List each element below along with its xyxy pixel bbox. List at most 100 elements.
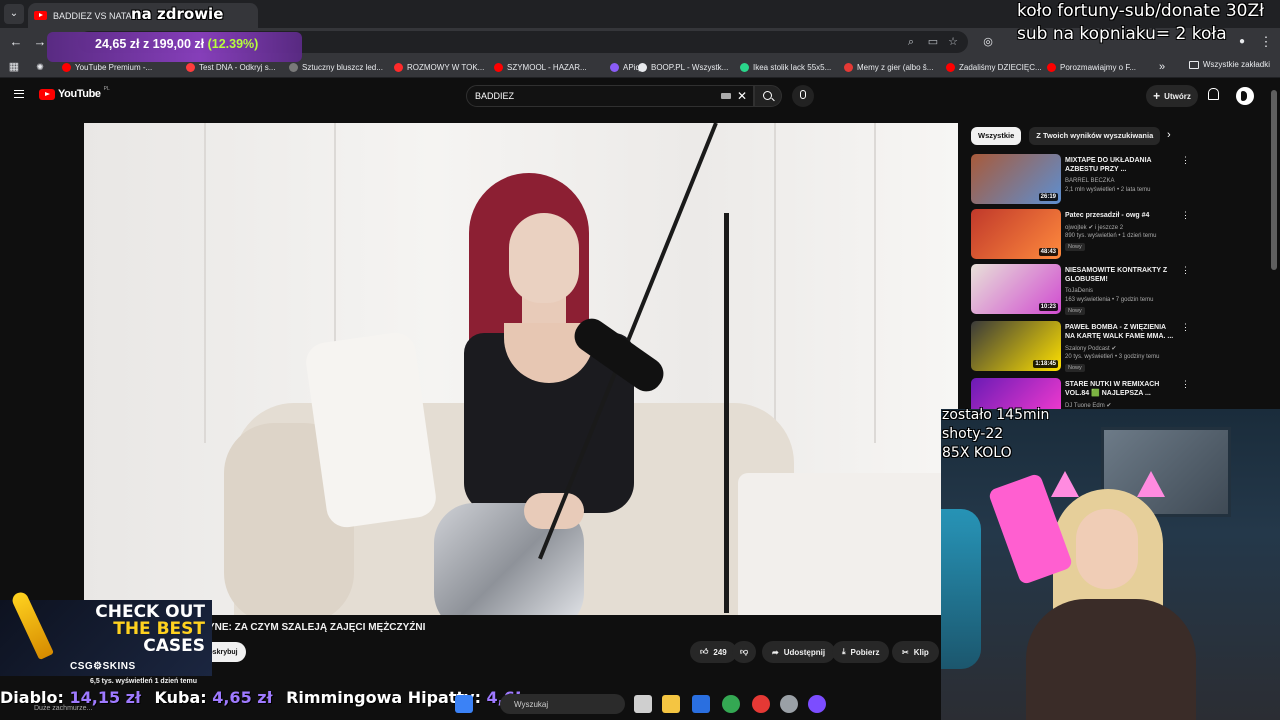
more-actions-icon[interactable]: ⋮: [1181, 156, 1190, 165]
recommended-video[interactable]: 26:19 MIXTAPE DO UKŁADANIA AZBESTU PRZY .…: [971, 154, 1191, 206]
video-title[interactable]: MIXTAPE DO UKŁADANIA AZBESTU PRZY ...: [1065, 156, 1175, 174]
channel-name[interactable]: Szalony Podcast ✔: [1065, 345, 1116, 352]
bookmark-favicon-icon: [844, 62, 853, 72]
share-button[interactable]: ➦ Udostępnij: [762, 641, 836, 663]
channel-name[interactable]: ToJaDenis: [1065, 288, 1093, 294]
video-title[interactable]: Patec przesadził - owg #4: [1065, 211, 1175, 220]
view-count-and-date: 6,5 tys. wyświetleń 1 dzień temu: [90, 678, 197, 685]
bookmark-item[interactable]: Zadaliśmy DZIECIĘC...: [946, 60, 1042, 74]
start-windows-icon[interactable]: [455, 695, 473, 713]
thumbs-up-icon: 👍︎: [700, 647, 709, 656]
bookmarks-overflow-icon[interactable]: »: [1152, 57, 1172, 77]
bookmark-item[interactable]: Ikea stolik lack 55x5...: [740, 60, 831, 74]
profile-icon[interactable]: ●: [1232, 32, 1252, 52]
youtube-logo-text: YouTube: [58, 88, 101, 100]
taskbar-search[interactable]: Wyszukaj: [500, 694, 625, 714]
bookmark-item[interactable]: APiq: [610, 60, 640, 74]
apps-grid-icon[interactable]: ▦: [4, 57, 24, 77]
ticker-name: Kuba:: [154, 688, 207, 707]
video-thumbnail[interactable]: 1:18:45: [971, 321, 1061, 371]
channel-name[interactable]: ojwojtek ✔ i jeszcze 2: [1065, 224, 1123, 231]
file-explorer-icon[interactable]: [662, 695, 680, 713]
donation-progress: 24,65 zł z 199,00 zł: [95, 37, 205, 51]
back-arrow-icon[interactable]: ←: [6, 32, 26, 52]
wheel-multiplier-overlay: 85X KOLO: [942, 445, 1012, 461]
more-actions-icon[interactable]: ⋮: [1181, 266, 1190, 275]
video-title[interactable]: NIESAMOWITE KONTRAKTY Z GLOBUSEM!: [1065, 266, 1175, 284]
more-actions-icon[interactable]: ⋮: [1181, 380, 1190, 389]
video-thumbnail[interactable]: 26:19: [971, 154, 1061, 204]
voice-search-button[interactable]: [792, 85, 814, 107]
clear-search-icon[interactable]: ✕: [737, 89, 747, 103]
chatgpt-bookmark-icon[interactable]: ✺: [30, 57, 50, 77]
account-avatar[interactable]: [1236, 87, 1254, 105]
obs-icon[interactable]: [808, 695, 826, 713]
channel-name[interactable]: DJ Tuone Edm ✔: [1065, 402, 1111, 409]
page-scrollbar[interactable]: [1271, 90, 1277, 270]
video-meta: 163 wyświetlenia • 7 godzin temu: [1065, 297, 1154, 303]
ticker-item: Rimmingowa Hipatty: 4,65 zł: [286, 688, 520, 707]
like-button[interactable]: 👍︎ 249: [690, 641, 737, 663]
search-input[interactable]: BADDIEZ ✕: [466, 85, 754, 107]
folder-icon: [1188, 60, 1199, 69]
video-thumbnail[interactable]: 48:43: [971, 209, 1061, 259]
stream-title-overlay: na zdrowie: [131, 5, 224, 23]
video-title[interactable]: STARE NUTKI W REMIXACH VOL.84 🟩 NAJLEPSZ…: [1065, 380, 1175, 398]
channel-name[interactable]: BARREL BECZKA: [1065, 178, 1114, 184]
notifications-bell-icon[interactable]: [1208, 88, 1219, 100]
chrome-icon[interactable]: [722, 695, 740, 713]
chevron-right-icon[interactable]: ›: [1167, 129, 1171, 141]
bookmark-favicon-icon: [394, 62, 403, 72]
download-button[interactable]: ⤓ Pobierz: [832, 641, 890, 663]
wall-panel: [774, 123, 776, 443]
video-duration: 26:19: [1038, 193, 1058, 201]
chip-from-search[interactable]: Z Twoich wyników wyszukiwania: [1029, 127, 1161, 145]
task-view-icon[interactable]: [634, 695, 652, 713]
shots-counter-overlay: shoty-22: [942, 426, 1004, 442]
video-player[interactable]: [84, 123, 958, 615]
recommended-video[interactable]: 1:18:45 PAWEŁ BOMBA - Z WIĘZIENIA NA KART…: [971, 321, 1191, 373]
more-actions-icon[interactable]: ⋮: [1181, 211, 1190, 220]
ticker-item: Diablo: 14,15 zł: [0, 688, 141, 707]
ticker-amount: 4,65 zł: [212, 688, 273, 707]
tab-search-chevron-icon[interactable]: ⌄: [4, 4, 24, 24]
new-badge: Nowy: [1065, 364, 1085, 372]
bookmark-item[interactable]: ROZMOWY W TOK...: [394, 60, 484, 74]
bookmark-item[interactable]: Sztuczny bluszcz led...: [289, 60, 383, 74]
bookmark-label: Memy z gier (albo š...: [857, 62, 934, 72]
more-actions-icon[interactable]: ⋮: [1181, 323, 1190, 332]
bookmark-item[interactable]: YouTube Premium -...: [62, 60, 152, 74]
keyboard-icon[interactable]: [721, 93, 731, 99]
bookmark-item[interactable]: BOOP.PL - Wszystk...: [638, 60, 728, 74]
video-title[interactable]: PAWEŁ BOMBA - Z WIĘZIENIA NA KARTĘ WALK …: [1065, 323, 1175, 341]
create-label: Utwórz: [1164, 91, 1191, 101]
bookmark-item[interactable]: SZYMOOL - HAZAR...: [494, 60, 587, 74]
clip-button[interactable]: ✂ Klip: [892, 641, 939, 663]
scissors-icon: ✂: [902, 647, 909, 657]
all-bookmarks-folder[interactable]: Wszystkie zakładki: [1188, 60, 1270, 69]
chip-all[interactable]: Wszystkie: [971, 127, 1022, 145]
store-icon[interactable]: [692, 695, 710, 713]
bookmark-item[interactable]: Test DNA - Odkryj s...: [186, 60, 275, 74]
search-button[interactable]: [754, 85, 782, 107]
create-button[interactable]: + Utwórz: [1146, 85, 1198, 107]
browser-menu-icon[interactable]: ⋮: [1256, 32, 1276, 52]
app-icon[interactable]: [752, 695, 770, 713]
related-filter-chips: Wszystkie Z Twoich wyników wyszukiwania: [971, 127, 1161, 145]
video-thumbnail[interactable]: 10:23: [971, 264, 1061, 314]
recommended-video[interactable]: 48:43 Patec przesadził - owg #4 ojwojtek ✔…: [971, 209, 1191, 261]
extension-icon[interactable]: ◎: [978, 32, 998, 52]
install-app-icon[interactable]: ▭: [924, 33, 942, 51]
zoom-icon[interactable]: ⌕: [902, 33, 920, 51]
bookmark-item[interactable]: Memy z gier (albo š...: [844, 60, 933, 74]
bookmark-item[interactable]: Porozmawiajmy o F...: [1047, 60, 1136, 74]
youtube-logo[interactable]: YouTube PL: [39, 86, 110, 100]
recommended-video[interactable]: 10:23 NIESAMOWITE KONTRAKTY Z GLOBUSEM! To…: [971, 264, 1191, 316]
bookmark-star-icon[interactable]: ☆: [944, 33, 962, 51]
led-light: [941, 509, 981, 669]
bookmark-favicon-icon: [638, 62, 647, 72]
wheel-rule-line-1: koło fortuny-sub/donate 30Zł: [1017, 1, 1264, 21]
dislike-button[interactable]: 👎︎: [732, 641, 757, 663]
settings-gear-icon[interactable]: [780, 695, 798, 713]
guide-menu-icon[interactable]: [14, 90, 24, 98]
